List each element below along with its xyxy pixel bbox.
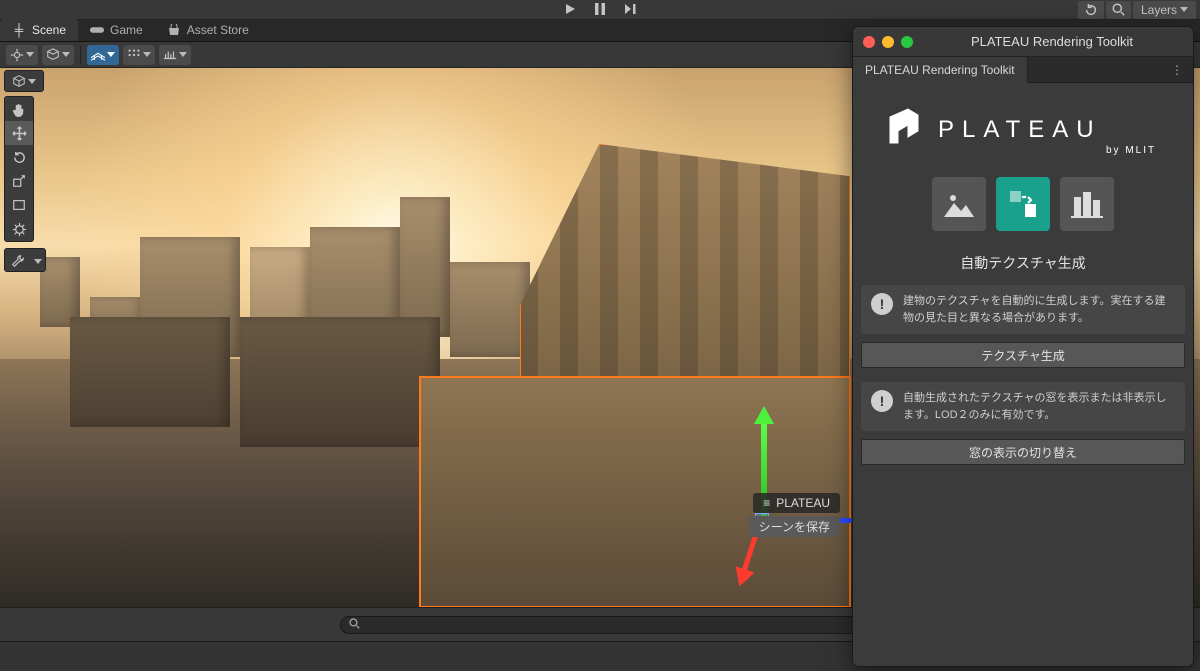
svg-text:PLATEAU: PLATEAU bbox=[938, 116, 1102, 143]
hand-tool[interactable] bbox=[5, 97, 33, 121]
building bbox=[240, 317, 440, 447]
search-icon bbox=[349, 618, 360, 632]
chevron-down-icon bbox=[31, 249, 45, 273]
search-text[interactable] bbox=[366, 619, 851, 631]
info-box-2: ! 自動生成されたテクスチャの窓を表示または非表示します。LOD２のみに有効です… bbox=[861, 382, 1185, 431]
rotate-tool[interactable] bbox=[5, 145, 33, 169]
close-icon[interactable] bbox=[863, 36, 875, 48]
asset-store-icon bbox=[167, 24, 181, 36]
search-input[interactable] bbox=[340, 616, 860, 634]
building bbox=[70, 317, 230, 427]
plateau-title-bar[interactable]: PLATEAU Rendering Toolkit bbox=[853, 27, 1193, 57]
tab-game-label: Game bbox=[110, 23, 143, 37]
plateau-context-menu-button[interactable]: ⋮ bbox=[1161, 63, 1193, 77]
snap-increment-dropdown[interactable] bbox=[159, 45, 191, 65]
handle-rotation-dropdown[interactable] bbox=[42, 45, 74, 65]
plateau-window[interactable]: PLATEAU Rendering Toolkit PLATEAU Render… bbox=[852, 26, 1194, 667]
selected-building-base[interactable] bbox=[420, 377, 850, 607]
rect-tool[interactable] bbox=[5, 193, 33, 217]
maximize-icon[interactable] bbox=[901, 36, 913, 48]
info-text-2: 自動生成されたテクスチャの窓を表示または非表示します。LOD２のみに有効です。 bbox=[903, 390, 1175, 423]
global-search-button[interactable] bbox=[1106, 1, 1131, 19]
plateau-body: PLATEAU by MLIT 自動テクスチャ生成 ! 建物のテクスチャを自動的… bbox=[853, 83, 1193, 666]
generate-texture-button[interactable]: テクスチャ生成 bbox=[861, 342, 1185, 368]
info-text-1: 建物のテクスチャを自動的に生成します。実在する建物の見た目と異なる場合があります… bbox=[903, 293, 1175, 326]
info-icon: ! bbox=[871, 390, 893, 412]
section-title: 自動テクスチャ生成 bbox=[853, 247, 1193, 285]
undo-history-button[interactable] bbox=[1078, 1, 1104, 19]
grid-toggle[interactable] bbox=[87, 45, 119, 65]
tab-game[interactable]: Game bbox=[78, 19, 155, 41]
svg-text:by MLIT: by MLIT bbox=[1106, 145, 1156, 156]
plateau-logo: PLATEAU by MLIT bbox=[853, 83, 1193, 171]
texture-mode-button[interactable] bbox=[996, 177, 1050, 231]
building-mode-button[interactable] bbox=[1060, 177, 1114, 231]
move-tool[interactable] bbox=[5, 121, 33, 145]
scene-icon: ╪ bbox=[12, 23, 26, 37]
tab-scene[interactable]: ╪ Scene bbox=[0, 19, 78, 41]
tab-asset-store-label: Asset Store bbox=[187, 23, 249, 37]
info-icon: ! bbox=[871, 293, 893, 315]
step-button[interactable] bbox=[615, 0, 645, 18]
save-scene-button[interactable]: シーンを保存 bbox=[749, 516, 840, 537]
main-toolbar: Layers bbox=[0, 0, 1200, 20]
building bbox=[400, 197, 450, 337]
selection-name-overlay: ≡ PLATEAU bbox=[753, 493, 840, 513]
toggle-window-display-button[interactable]: 窓の表示の切り替え bbox=[861, 439, 1185, 465]
play-button[interactable] bbox=[555, 0, 585, 18]
layers-label: Layers bbox=[1141, 3, 1177, 17]
plateau-mode-toggles bbox=[853, 171, 1193, 247]
snap-toggle[interactable] bbox=[123, 45, 155, 65]
custom-tools-dropdown[interactable] bbox=[4, 248, 46, 272]
plateau-tab[interactable]: PLATEAU Rendering Toolkit bbox=[853, 57, 1028, 83]
wrench-icon bbox=[5, 249, 31, 273]
hamburger-icon: ≡ bbox=[763, 496, 770, 510]
gamepad-icon bbox=[90, 25, 104, 35]
minimize-icon[interactable] bbox=[882, 36, 894, 48]
plateau-window-title: PLATEAU Rendering Toolkit bbox=[921, 34, 1183, 49]
selection-name-label: PLATEAU bbox=[776, 496, 830, 510]
info-box-1: ! 建物のテクスチャを自動的に生成します。実在する建物の見た目と異なる場合があり… bbox=[861, 285, 1185, 334]
pause-button[interactable] bbox=[585, 0, 615, 18]
tab-scene-label: Scene bbox=[32, 23, 66, 37]
layers-dropdown[interactable]: Layers bbox=[1133, 1, 1196, 19]
scale-tool[interactable] bbox=[5, 169, 33, 193]
scene-tools bbox=[4, 96, 34, 242]
view-cube-dropdown[interactable] bbox=[4, 70, 44, 92]
building bbox=[450, 262, 530, 357]
window-traffic-lights bbox=[863, 36, 913, 48]
transform-tool[interactable] bbox=[5, 217, 33, 241]
pivot-mode-dropdown[interactable] bbox=[6, 45, 38, 65]
tab-asset-store[interactable]: Asset Store bbox=[155, 19, 261, 41]
play-controls bbox=[555, 0, 645, 20]
plateau-tab-row: PLATEAU Rendering Toolkit ⋮ bbox=[853, 57, 1193, 83]
environment-mode-button[interactable] bbox=[932, 177, 986, 231]
